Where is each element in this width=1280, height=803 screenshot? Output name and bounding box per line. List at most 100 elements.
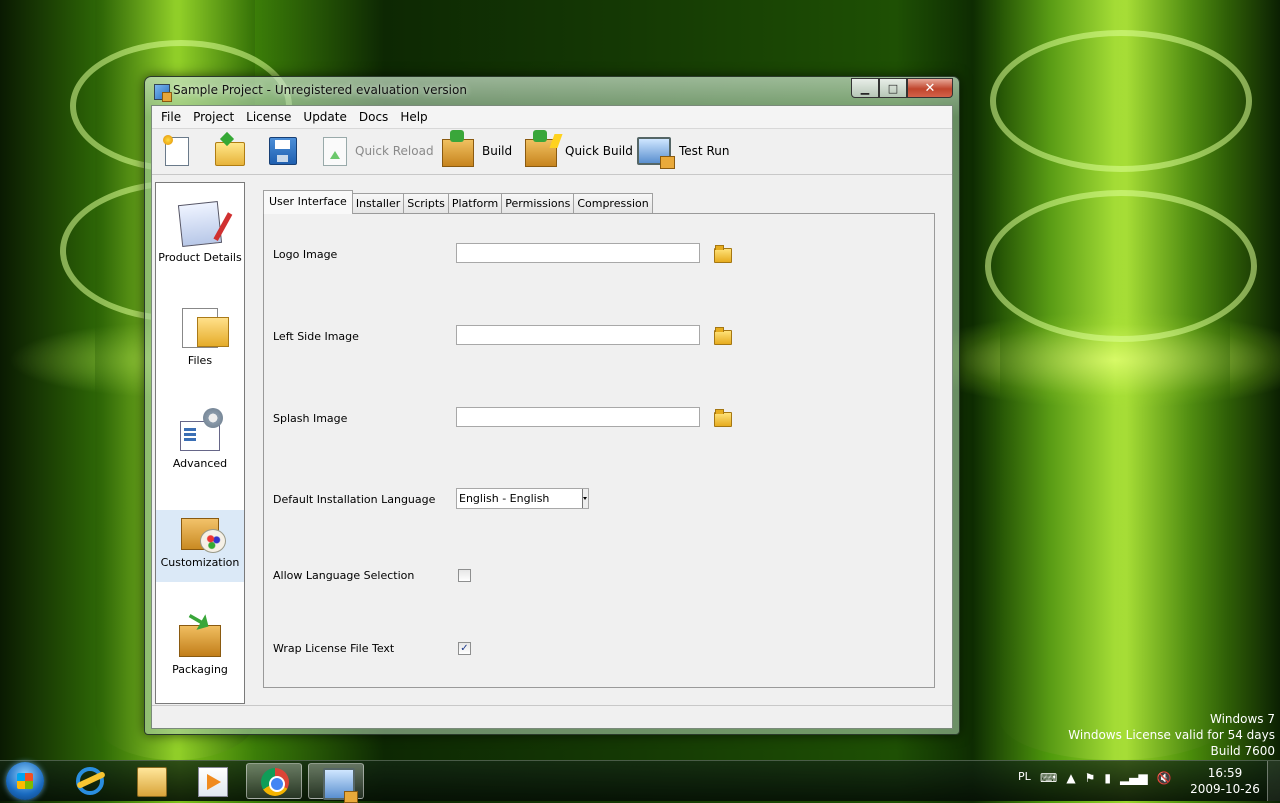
files-icon (182, 308, 229, 348)
sidebar-item-files[interactable]: Files (156, 308, 244, 380)
clock-date: 2009-10-26 (1190, 782, 1260, 796)
tab-scripts[interactable]: Scripts (403, 193, 449, 214)
menu-file[interactable]: File (155, 106, 187, 128)
tab-bar: User Interface Installer Scripts Platfor… (263, 190, 653, 214)
app-icon[interactable] (154, 84, 172, 102)
sidebar-item-packaging[interactable]: Packaging (156, 619, 244, 691)
allow-language-selection-label: Allow Language Selection (273, 569, 415, 582)
browse-folder-icon[interactable] (714, 409, 732, 427)
maximize-button[interactable]: □ (879, 78, 907, 98)
tab-user-interface[interactable]: User Interface (263, 190, 353, 214)
user-interface-panel: Logo Image Left Side Image Splash Image … (263, 213, 935, 688)
quick-build-button[interactable]: Quick Build (525, 130, 633, 167)
wallpaper-spiral (990, 30, 1252, 172)
sidebar-item-advanced[interactable]: Advanced (156, 408, 244, 483)
test-run-icon (637, 137, 675, 169)
input-language[interactable]: PL (1018, 770, 1031, 783)
chevron-down-icon[interactable] (582, 489, 588, 508)
build-button[interactable]: Build (442, 130, 513, 167)
start-button[interactable] (6, 762, 44, 800)
browse-folder-icon[interactable] (714, 245, 732, 263)
wrap-license-text-checkbox[interactable]: ✓ (458, 642, 471, 655)
sidebar-item-label: Packaging (172, 663, 228, 676)
notepad-icon (177, 201, 223, 247)
taskbar-ie[interactable] (62, 763, 118, 799)
palette-box-icon (181, 518, 226, 553)
menu-help[interactable]: Help (394, 106, 433, 128)
app-window: Sample Project - Unregistered evaluation… (144, 76, 960, 735)
tab-compression[interactable]: Compression (573, 193, 653, 214)
save-project-button[interactable] (269, 135, 297, 167)
open-folder-icon (215, 142, 245, 166)
test-run-label: Test Run (679, 144, 730, 158)
installer-app-icon (323, 768, 358, 803)
menu-license[interactable]: License (240, 106, 297, 128)
package-icon (179, 625, 221, 657)
media-player-icon (198, 767, 228, 797)
watermark-line: Windows License valid for 54 days (1068, 728, 1275, 742)
system-tray: ⌨ ▲ ⚑ ▮ ▂▄▆ 🔇 (1040, 771, 1172, 785)
reload-icon (323, 136, 347, 166)
menu-project[interactable]: Project (187, 106, 240, 128)
left-side-image-field[interactable] (456, 325, 700, 345)
watermark-line: Windows 7 (1209, 712, 1275, 726)
internet-explorer-icon (76, 767, 104, 795)
sidebar-item-product-details[interactable]: Product Details (156, 201, 244, 275)
quick-build-label: Quick Build (565, 144, 633, 158)
save-disk-icon (269, 137, 297, 165)
quick-build-icon (525, 130, 557, 167)
browse-folder-icon[interactable] (714, 327, 732, 345)
taskbar-installer-app[interactable] (308, 763, 364, 803)
action-center-icon[interactable]: ⚑ (1085, 771, 1096, 785)
power-icon[interactable]: ▮ (1104, 771, 1111, 785)
clock[interactable]: 16:59 2009-10-26 (1190, 765, 1260, 797)
tab-installer[interactable]: Installer (351, 193, 405, 214)
taskbar-explorer[interactable] (123, 763, 179, 799)
minimize-button[interactable]: ▁ (851, 78, 879, 98)
keyboard-icon[interactable]: ⌨ (1040, 771, 1057, 785)
test-run-button[interactable]: Test Run (637, 135, 730, 169)
menu-docs[interactable]: Docs (353, 106, 394, 128)
title-bar[interactable]: Sample Project - Unregistered evaluation… (145, 77, 959, 105)
build-label: Build (482, 144, 513, 158)
clock-time: 16:59 (1207, 766, 1243, 780)
show-hidden-icons-arrow[interactable]: ▲ (1066, 771, 1075, 785)
sidebar-item-customization[interactable]: Customization (156, 510, 244, 582)
close-button[interactable]: ✕ (907, 78, 953, 98)
splash-image-field[interactable] (456, 407, 700, 427)
build-box-icon (442, 130, 474, 167)
taskbar-media-player[interactable] (184, 763, 240, 799)
tab-permissions[interactable]: Permissions (501, 193, 575, 214)
quick-reload-label: Quick Reload (355, 144, 434, 158)
default-language-label: Default Installation Language (273, 493, 436, 506)
taskbar-chrome[interactable] (246, 763, 302, 799)
sidebar-item-label: Files (187, 354, 213, 367)
volume-muted-icon[interactable]: 🔇 (1157, 771, 1172, 785)
default-language-value: English - English (459, 492, 550, 505)
show-desktop-button[interactable] (1267, 761, 1280, 801)
menu-bar: File Project License Update Docs Help (152, 106, 952, 129)
menu-update[interactable]: Update (297, 106, 352, 128)
quick-reload-button[interactable]: Quick Reload (323, 135, 434, 167)
taskbar: PL ⌨ ▲ ⚑ ▮ ▂▄▆ 🔇 16:59 2009-10-26 (0, 760, 1280, 803)
splash-image-label: Splash Image (273, 412, 348, 425)
status-bar (152, 705, 952, 728)
sidebar-item-label: Product Details (158, 251, 242, 264)
wallpaper-spiral (985, 190, 1257, 342)
tab-platform[interactable]: Platform (447, 193, 503, 214)
client-area: File Project License Update Docs Help Qu… (151, 105, 953, 729)
default-language-select[interactable]: English - English (456, 488, 589, 509)
new-project-button[interactable] (162, 134, 189, 167)
new-document-icon (163, 134, 189, 166)
network-signal-icon[interactable]: ▂▄▆ (1120, 771, 1148, 785)
logo-image-field[interactable] (456, 243, 700, 263)
allow-language-selection-checkbox[interactable] (458, 569, 471, 582)
watermark-line: Build 7600 (1210, 744, 1275, 758)
left-side-image-label: Left Side Image (273, 330, 359, 343)
window-controls: ▁ □ ✕ (851, 78, 953, 98)
wrap-license-text-label: Wrap License File Text (273, 642, 395, 655)
open-project-button[interactable] (215, 135, 245, 167)
sidebar-item-label: Customization (160, 556, 240, 569)
gears-icon (180, 408, 223, 451)
window-title: Sample Project - Unregistered evaluation… (173, 83, 467, 97)
